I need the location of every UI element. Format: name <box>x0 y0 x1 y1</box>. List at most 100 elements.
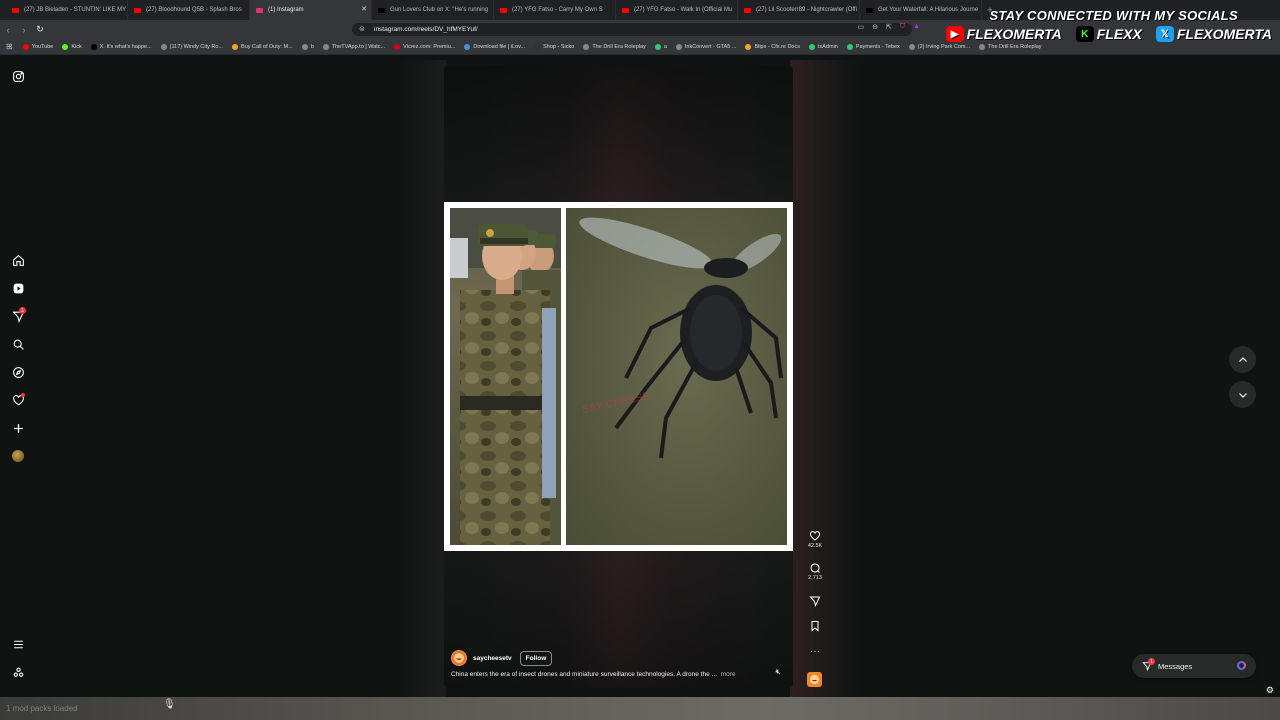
bookmark-label: InkConvert - GTA5 ... <box>684 43 737 50</box>
browser-tab[interactable]: (27) Lil Scooterr89 - Nightcrawler (Offi <box>738 0 860 20</box>
share-button[interactable] <box>804 595 826 607</box>
bookmark-item[interactable]: Vicrez.com: Premiu... <box>394 43 455 50</box>
reels-icon[interactable] <box>9 279 27 297</box>
url-text: instagram.com/reels/DV_hfMYEYuf/ <box>374 26 478 33</box>
bookmark-label: Buy Call of Duty: M... <box>241 43 293 50</box>
next-reel-button[interactable] <box>1229 381 1256 408</box>
reel-video[interactable]: SAY CHEESE <box>444 202 793 551</box>
notifications-heart-icon[interactable] <box>9 391 27 409</box>
bookmark-label: X. It's what's happe... <box>99 43 152 50</box>
bookmark-label: The Drill Era Roleplay <box>592 43 646 50</box>
share-icon[interactable]: ⇱ <box>886 23 892 31</box>
address-bar[interactable]: ⊜ instagram.com/reels/DV_hfMYEYuf/ <box>352 23 912 36</box>
browser-tab[interactable]: (27) JB Bieladen - STUNTIN' LIKE MY <box>6 0 128 20</box>
tab-title: (1) Instagram <box>268 7 304 13</box>
original-audio-thumbnail[interactable] <box>807 672 822 687</box>
bookmark-item[interactable]: YouTube <box>22 43 53 50</box>
notification-badge: 1 <box>19 307 26 314</box>
x-social: 𝕏 FLEXOMERTA <box>1155 26 1272 42</box>
like-button[interactable]: 42.5K <box>804 530 826 549</box>
tab-favicon-icon <box>378 7 385 13</box>
bookmark-item[interactable]: TheTVApp.to | Watc... <box>322 43 385 50</box>
more-options-icon[interactable]: ··· <box>804 646 826 658</box>
insect-drone-image: SAY CHEESE <box>566 208 787 545</box>
mute-icon[interactable]: 🔇︎ <box>772 667 784 679</box>
bookmark-item[interactable]: (117) Windy City Ro... <box>160 43 223 50</box>
tab-title: (27) YFG Fatso - Walk In (Official Mu <box>634 7 733 13</box>
apps-grid-icon[interactable]: ⊞ <box>6 42 13 51</box>
bookmark-label: (2) Irving Park Com... <box>917 43 971 50</box>
comment-button[interactable]: 2,713 <box>804 562 826 581</box>
youtube-icon: ▶ <box>945 26 964 42</box>
bookmark-favicon-icon <box>846 43 853 50</box>
kick-icon: K <box>1075 26 1094 42</box>
bookmark-label: Download file | iLov... <box>473 43 526 50</box>
bookmark-item[interactable]: Blips - Cfx.re Docs <box>745 43 800 50</box>
reel-caption[interactable]: China enters the era of insect drones an… <box>451 671 736 678</box>
search-icon[interactable] <box>9 335 27 353</box>
back-icon[interactable]: ‹ <box>0 25 16 35</box>
bookmark-item[interactable]: Kick <box>62 43 82 50</box>
kick-handle: FLEXX <box>1096 26 1142 42</box>
tab-close-icon[interactable]: ✕ <box>361 5 367 13</box>
instagram-logo-icon[interactable] <box>9 67 27 85</box>
reload-icon[interactable]: ↻ <box>32 24 48 35</box>
author-avatar[interactable] <box>451 650 467 666</box>
bookmark-item[interactable]: txAdmin <box>808 43 838 50</box>
loading-ring-icon <box>1237 661 1246 670</box>
browser-tab[interactable]: (1) Instagram ✕ <box>250 0 372 20</box>
messages-button[interactable]: 1 Messages <box>1132 654 1256 678</box>
bookmark-label: Blips - Cfx.re Docs <box>754 43 800 50</box>
settings-icon[interactable]: ⚙ <box>1266 685 1274 696</box>
tab-title: (27) JB Bieladen - STUNTIN' LIKE MY <box>24 7 127 13</box>
bookmark-label: b <box>310 43 314 50</box>
bookmark-item[interactable]: Payments - Tebex <box>846 43 900 50</box>
bookmark-label: Shop - Sicko <box>543 43 575 50</box>
explore-icon[interactable] <box>9 363 27 381</box>
author-username[interactable]: saycheesetv <box>473 655 512 662</box>
browser-tab[interactable]: (27) YFG Fatso - Carry My Own S <box>494 0 616 20</box>
bookmark-favicon-icon <box>675 43 682 50</box>
direct-messages-icon[interactable]: 1 <box>9 307 27 325</box>
bookmark-favicon-icon <box>534 43 541 50</box>
bookmark-favicon-icon <box>464 43 471 50</box>
caption-text: China enters the era of insect drones an… <box>451 671 717 678</box>
socials-title: STAY CONNECTED WITH MY SOCIALS <box>989 8 1238 23</box>
site-info-icon[interactable]: ⊜ <box>359 25 365 33</box>
profile-avatar[interactable] <box>9 447 27 465</box>
save-button[interactable] <box>804 620 826 632</box>
browser-tab[interactable]: Gun Lovers Club on X: "He's running <box>372 0 494 20</box>
browser-tab[interactable]: (27) YFG Fatso - Walk In (Official Mu <box>616 0 738 20</box>
brave-rewards-icon[interactable]: ▲ <box>913 23 920 31</box>
bookmark-item[interactable]: InkConvert - GTA5 ... <box>675 43 737 50</box>
bookmark-item[interactable]: b <box>301 43 314 50</box>
bookmark-item[interactable]: X. It's what's happe... <box>90 43 152 50</box>
forward-icon[interactable]: › <box>16 25 32 35</box>
meta-apps-icon[interactable] <box>9 663 27 681</box>
like-count: 42.5K <box>807 543 823 549</box>
home-icon[interactable] <box>9 251 27 269</box>
bookmark-item[interactable]: (2) Irving Park Com... <box>908 43 971 50</box>
menu-icon[interactable] <box>9 635 27 653</box>
tab-title: (27) Lil Scooterr89 - Nightcrawler (Offi <box>756 7 857 13</box>
bookmark-item[interactable]: Shop - Sicko <box>534 43 575 50</box>
reel-side-glow <box>400 60 446 700</box>
tab-favicon-icon <box>622 7 629 13</box>
create-plus-icon[interactable] <box>9 419 27 437</box>
bookmark-item[interactable]: The Drill Era Roleplay <box>979 43 1042 50</box>
previous-reel-button[interactable] <box>1229 346 1256 373</box>
install-app-icon[interactable]: ▭ <box>857 23 864 31</box>
follow-button[interactable]: Follow <box>519 650 553 666</box>
bookmark-item[interactable]: Buy Call of Duty: M... <box>232 43 293 50</box>
bookmark-item[interactable]: Download file | iLov... <box>464 43 526 50</box>
zoom-icon[interactable]: ⊖ <box>872 23 878 31</box>
messages-label: Messages <box>1158 661 1193 671</box>
brave-shield-icon[interactable]: ⛉ <box>900 23 905 31</box>
tab-favicon-icon <box>256 7 263 13</box>
browser-tab[interactable]: (27) Bloodhound Q5B - Splash Bros <box>128 0 250 20</box>
x-handle: FLEXOMERTA <box>1176 26 1272 42</box>
caption-more-link[interactable]: more <box>721 671 736 678</box>
instagram-sidebar: 1 <box>0 56 36 720</box>
bookmark-item[interactable]: The Drill Era Roleplay <box>583 43 646 50</box>
bookmark-item[interactable]: a <box>654 43 667 50</box>
